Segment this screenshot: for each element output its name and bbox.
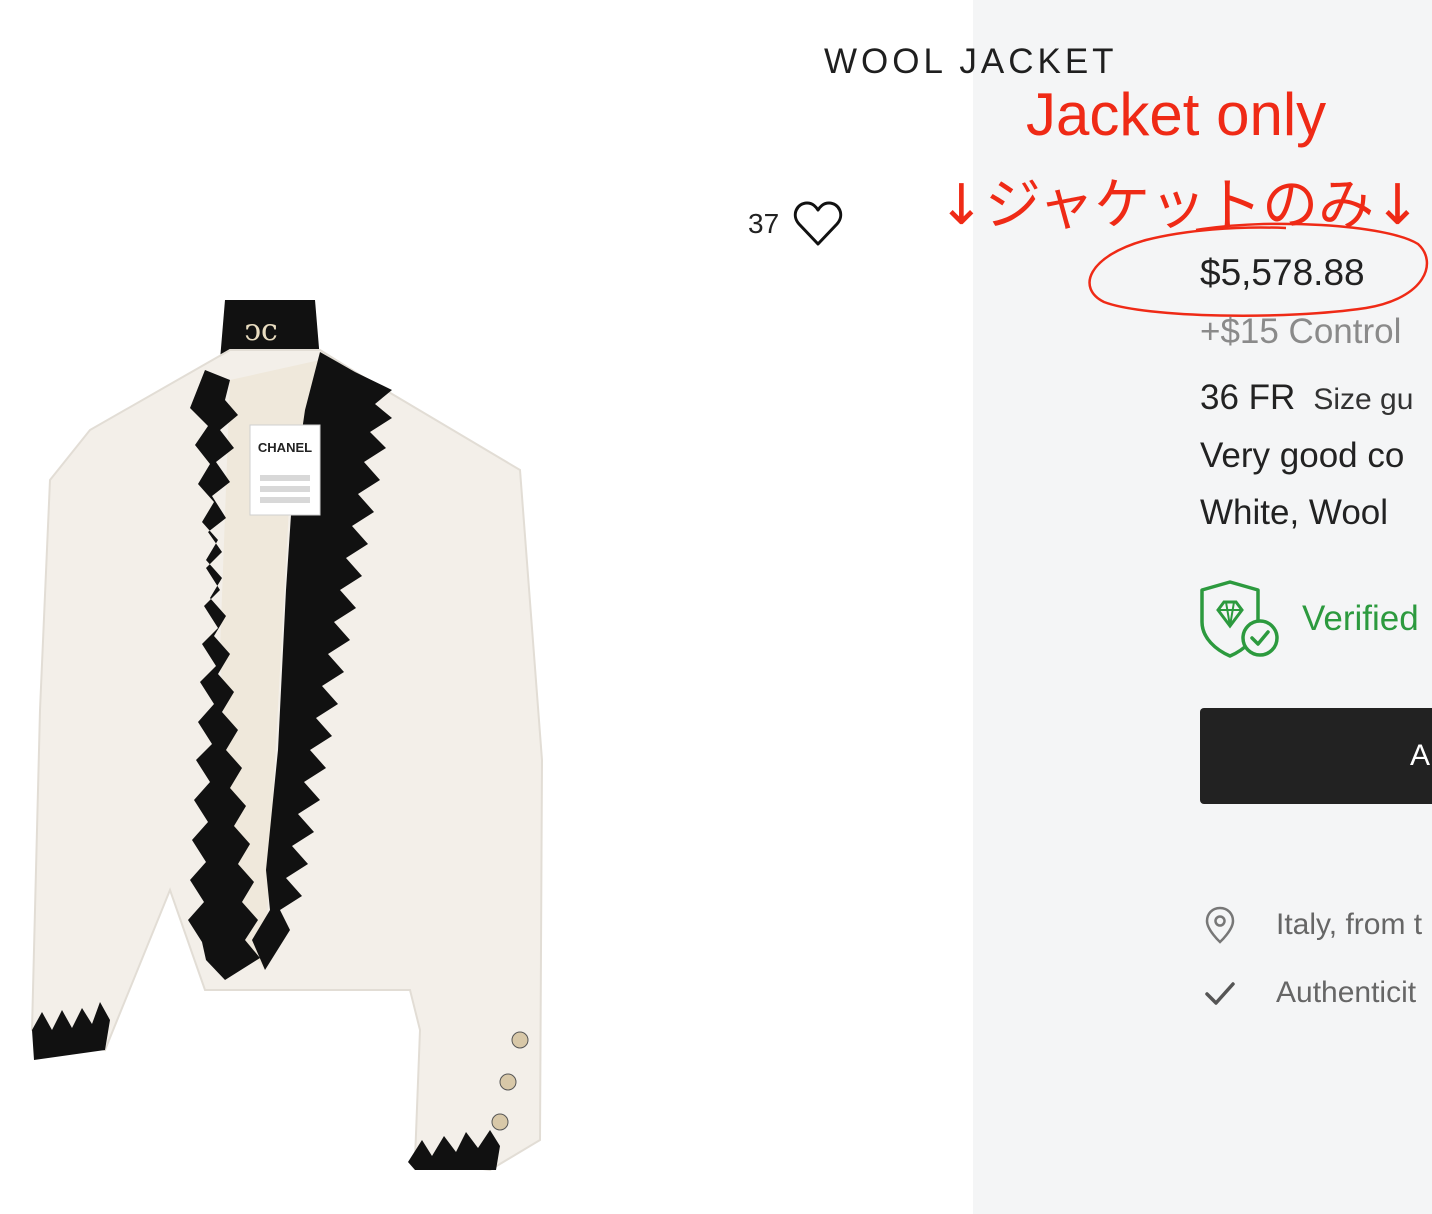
- size-value: 36 FR: [1200, 378, 1296, 417]
- svg-text:CHANEL: CHANEL: [258, 440, 312, 455]
- svg-text:ↄc: ↄc: [244, 313, 278, 348]
- product-image-jacket[interactable]: ↄc CHANEL: [20, 290, 600, 1210]
- annotation-jacket-only: Jacket only: [1026, 81, 1327, 148]
- map-pin-icon: [1205, 906, 1235, 944]
- shield-diamond-check-icon: [1200, 580, 1279, 658]
- authenticity-text: Authenticit: [1276, 976, 1417, 1009]
- product-price: $5,578.88: [1200, 252, 1365, 293]
- condition-text: Very good co: [1200, 436, 1405, 475]
- heart-icon[interactable]: [793, 200, 843, 248]
- verified-badge[interactable]: Verified: [1198, 578, 1419, 660]
- checkmark-icon: [1205, 982, 1235, 1005]
- size-row: 36 FR Size gu: [1200, 378, 1413, 418]
- control-fee: +$15 Control: [1200, 312, 1402, 351]
- location-row: Italy, from t: [1204, 906, 1422, 944]
- material-text: White, Wool: [1200, 493, 1389, 532]
- favorite-control[interactable]: 37: [748, 200, 843, 248]
- product-title: WOOL JACKET: [824, 42, 1118, 81]
- verified-label: Verified: [1302, 599, 1419, 638]
- location-text: Italy, from t: [1276, 908, 1423, 941]
- authenticity-row: Authenticit: [1204, 974, 1416, 1012]
- size-guide-link[interactable]: Size gu: [1313, 383, 1413, 417]
- add-to-cart-button[interactable]: A: [1200, 708, 1432, 804]
- favorite-count: 37: [748, 208, 780, 239]
